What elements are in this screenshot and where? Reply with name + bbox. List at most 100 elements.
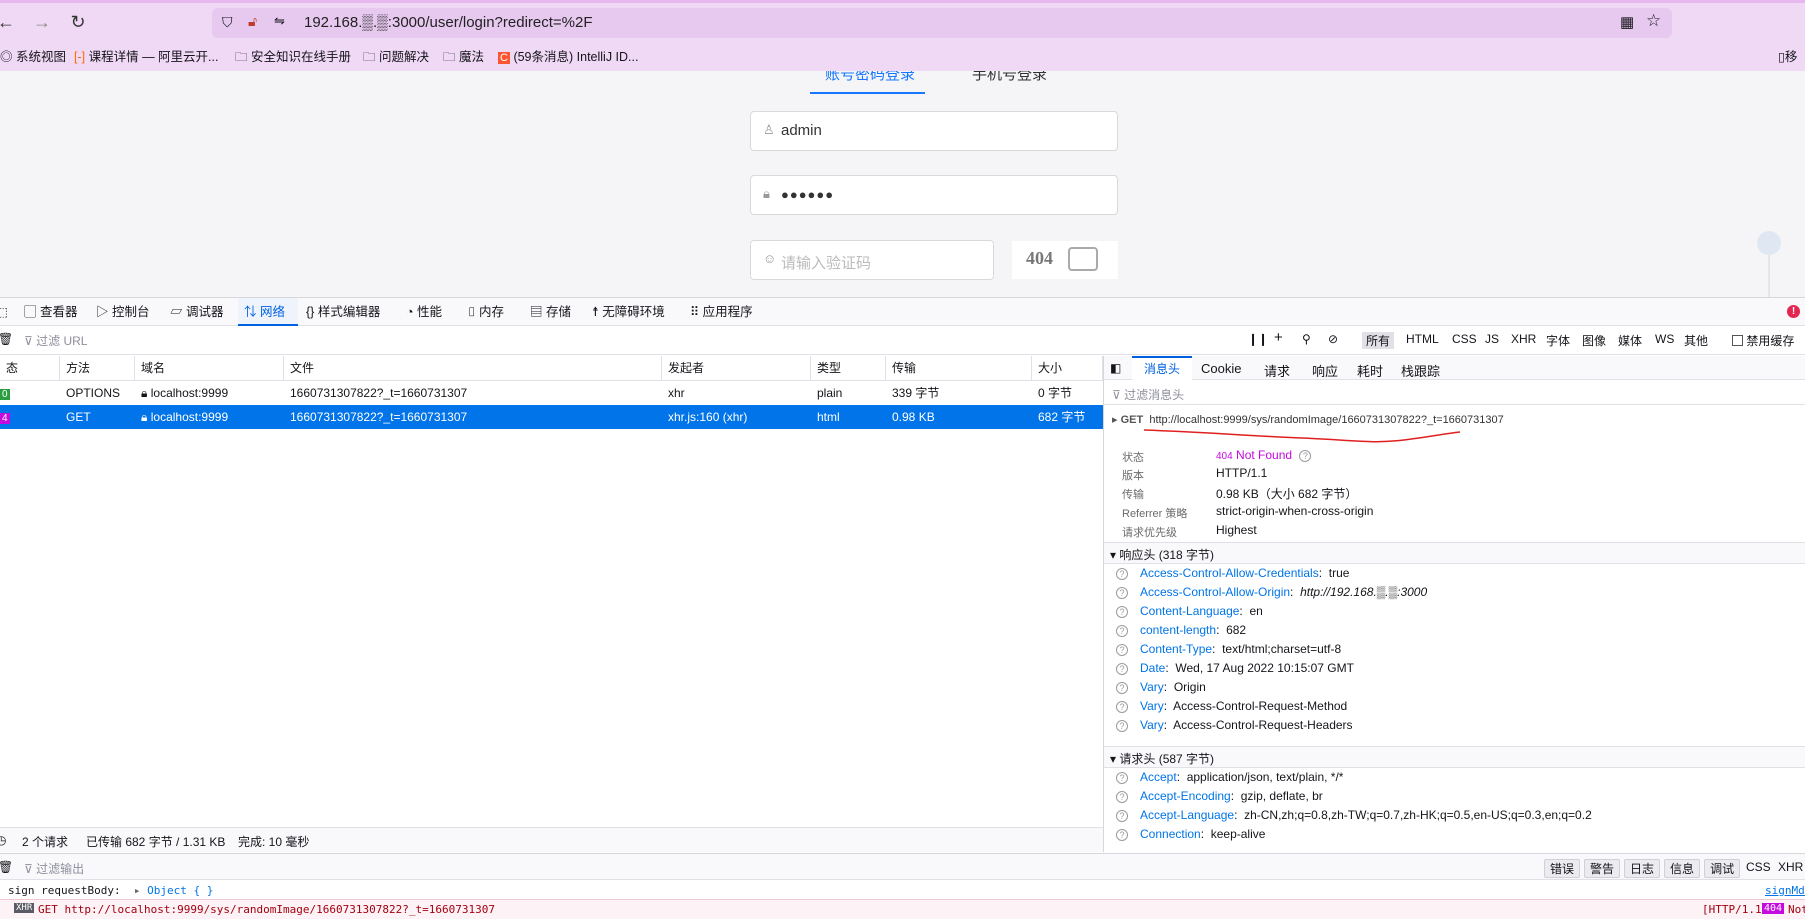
clear-icon[interactable]: 🗑︎ [0,332,13,346]
tab-performance[interactable]: ◔ 性能 [406,298,442,326]
qr-code-icon[interactable]: ▦ [1620,13,1634,31]
bookmark-star-icon[interactable]: ☆ [1646,11,1661,31]
tab-headers[interactable]: 消息头 [1132,356,1193,380]
error-indicator-icon[interactable]: ! [1787,305,1800,318]
tab-style-editor[interactable]: {} 样式编辑器 [306,298,380,326]
console-filter-input[interactable]: ⊽ 过滤输出 [24,860,84,877]
clear-console-icon[interactable]: 🗑︎ [0,860,13,874]
response-headers-section[interactable]: ▾ 响应头 (318 字节) [1104,542,1805,564]
username-field[interactable]: ♙ admin [750,111,1118,151]
help-icon[interactable]: ? [1299,450,1312,462]
filter-warnings[interactable]: 警告 [1584,859,1621,878]
header-row[interactable]: ? Content-Language: en [1116,604,1263,618]
filter-headers-input[interactable]: ⊽ 过滤消息头 [1112,386,1184,403]
tab-debugger[interactable]: ▱ 调试器 [170,298,224,326]
expand-icon[interactable]: ▸ [134,884,141,897]
type-filter-xhr[interactable]: XHR [1511,332,1536,346]
type-filter-html[interactable]: HTML [1406,332,1439,346]
col-status[interactable]: 态 [0,356,60,380]
tab-timings[interactable]: 耗时 [1357,361,1383,380]
tab-accessibility[interactable]: ☨ 无障碍环境 [592,298,665,326]
header-row[interactable]: ? Date: Wed, 17 Aug 2022 10:15:07 GMT [1116,661,1354,675]
shield-icon[interactable]: ⛉ [222,14,233,31]
pause-icon[interactable]: ❙❙ [1248,332,1268,346]
filter-errors[interactable]: 错误 [1544,859,1581,878]
header-row[interactable]: ? Access-Control-Allow-Credentials: true [1116,566,1349,580]
type-filter-media[interactable]: 媒体 [1618,332,1642,349]
type-filter-fonts[interactable]: 字体 [1546,332,1570,349]
console-log-line[interactable]: sign requestBody: ▸ Object { } [8,884,213,897]
search-icon[interactable]: ⚲ [1302,332,1311,346]
type-filter-all[interactable]: 所有 [1362,332,1395,349]
console-error-row[interactable]: XHR GET http://localhost:9999/sys/random… [0,899,1805,919]
header-row[interactable]: ? Connection: keep-alive [1116,827,1265,841]
request-headers-section[interactable]: ▾ 请求头 (587 字节) [1104,746,1805,768]
col-domain[interactable]: 域名 [135,356,284,380]
header-row[interactable]: ? Vary: Access-Control-Request-Headers [1116,718,1353,732]
filter-css[interactable]: CSS [1746,860,1771,874]
filter-xhr[interactable]: XHR [1778,860,1803,874]
header-row[interactable]: ? content-length: 682 [1116,623,1246,637]
tab-inspector[interactable]: ▢ 查看器 [24,298,78,326]
insecure-lock-icon[interactable]: 🔓︎ [248,13,257,30]
filter-info[interactable]: 信息 [1664,859,1701,878]
tab-application[interactable]: ⠿ 应用程序 [690,298,753,326]
performance-icon[interactable]: ◷ [0,833,6,847]
table-row-selected[interactable]: 4 GET 🔒︎ localhost:9999 1660731307822?_t… [0,405,1103,429]
console-source-link[interactable]: signMd5 [1765,884,1805,897]
back-arrow-icon[interactable]: ← [0,10,18,34]
filter-logs[interactable]: 日志 [1624,859,1661,878]
type-filter-images[interactable]: 图像 [1582,332,1606,349]
url-text[interactable]: 192.168.▒.▒:3000/user/login?redirect=%2F [304,14,593,31]
tab-phone-login[interactable]: 手机号登录 [972,71,1047,84]
col-size[interactable]: 大小 [1032,356,1103,380]
tab-stack-trace[interactable]: 栈跟踪 [1401,361,1440,380]
bookmark-item[interactable]: C (59条消息) IntelliJ ID... [498,47,638,67]
col-type[interactable]: 类型 [811,356,886,380]
captcha-image[interactable]: 404 [1012,241,1118,279]
col-initiator[interactable]: 发起者 [662,356,811,380]
header-row[interactable]: ? Accept-Language: zh-CN,zh;q=0.8,zh-TW;q… [1116,808,1592,822]
header-row[interactable]: ? Access-Control-Allow-Origin: http://192… [1116,585,1427,599]
slider-handle[interactable] [1757,231,1781,255]
pick-element-icon[interactable]: ⬚ [0,298,8,326]
captcha-field[interactable]: ☺ 请输入验证码 [750,240,994,280]
bookmark-folder[interactable]: 🗀︎ 魔法 [443,47,484,67]
tab-console[interactable]: ▷ 控制台 [96,298,150,326]
tab-account-login[interactable]: 账号密码登录 [825,71,915,84]
col-method[interactable]: 方法 [60,356,135,380]
permissions-icon[interactable]: ⇋ [274,13,285,29]
col-transferred[interactable]: 传输 [886,356,1032,380]
bookmark-item[interactable]: ▯移 [1778,47,1797,67]
tab-storage[interactable]: ▤ 存储 [530,298,571,326]
filter-debug[interactable]: 调试 [1704,859,1741,878]
toggle-panel-icon[interactable]: ◧ [1110,361,1121,375]
bookmark-item[interactable]: ◎ 系统视图 [0,47,66,67]
header-row[interactable]: ? Vary: Origin [1116,680,1206,694]
forward-arrow-icon[interactable]: → [30,10,54,34]
add-icon[interactable]: + [1274,329,1283,346]
tab-network[interactable]: ⇅ 网络 [238,298,298,326]
table-row[interactable]: 0 OPTIONS 🔒︎ localhost:9999 166073130782… [0,381,1103,405]
header-row[interactable]: ? Content-Type: text/html;charset=utf-8 [1116,642,1341,656]
header-row[interactable]: ? Accept-Encoding: gzip, deflate, br [1116,789,1323,803]
bookmark-item[interactable]: [-] 课程详情 — 阿里云开... [74,47,218,67]
type-filter-js[interactable]: JS [1485,332,1499,346]
header-row[interactable]: ? Accept: application/json, text/plain, *… [1116,770,1343,784]
type-filter-ws[interactable]: WS [1655,332,1674,346]
tab-memory[interactable]: ⌷ 内存 [468,298,504,326]
bookmark-folder[interactable]: 🗀︎ 问题解决 [363,47,429,67]
password-field[interactable]: 🔒︎ ●●●●●● [750,175,1118,215]
address-bar[interactable]: ⛉ 🔓︎ ⇋ 192.168.▒.▒:3000/user/login?redir… [212,8,1672,38]
request-line[interactable]: ▸ GET http://localhost:9999/sys/randomIm… [1112,413,1504,426]
reload-icon[interactable]: ↻ [66,10,90,34]
type-filter-css[interactable]: CSS [1452,332,1477,346]
disable-cache-checkbox[interactable]: 禁用缓存 [1732,332,1794,349]
bookmark-folder[interactable]: 🗀︎ 安全知识在线手册 [235,47,351,67]
type-filter-other[interactable]: 其他 [1684,332,1708,349]
col-file[interactable]: 文件 [284,356,662,380]
filter-url-input[interactable]: ⊽ 过滤 URL [24,332,87,349]
header-row[interactable]: ? Vary: Access-Control-Request-Method [1116,699,1347,713]
tab-cookie[interactable]: Cookie [1201,361,1241,376]
tab-response[interactable]: 响应 [1312,361,1338,380]
